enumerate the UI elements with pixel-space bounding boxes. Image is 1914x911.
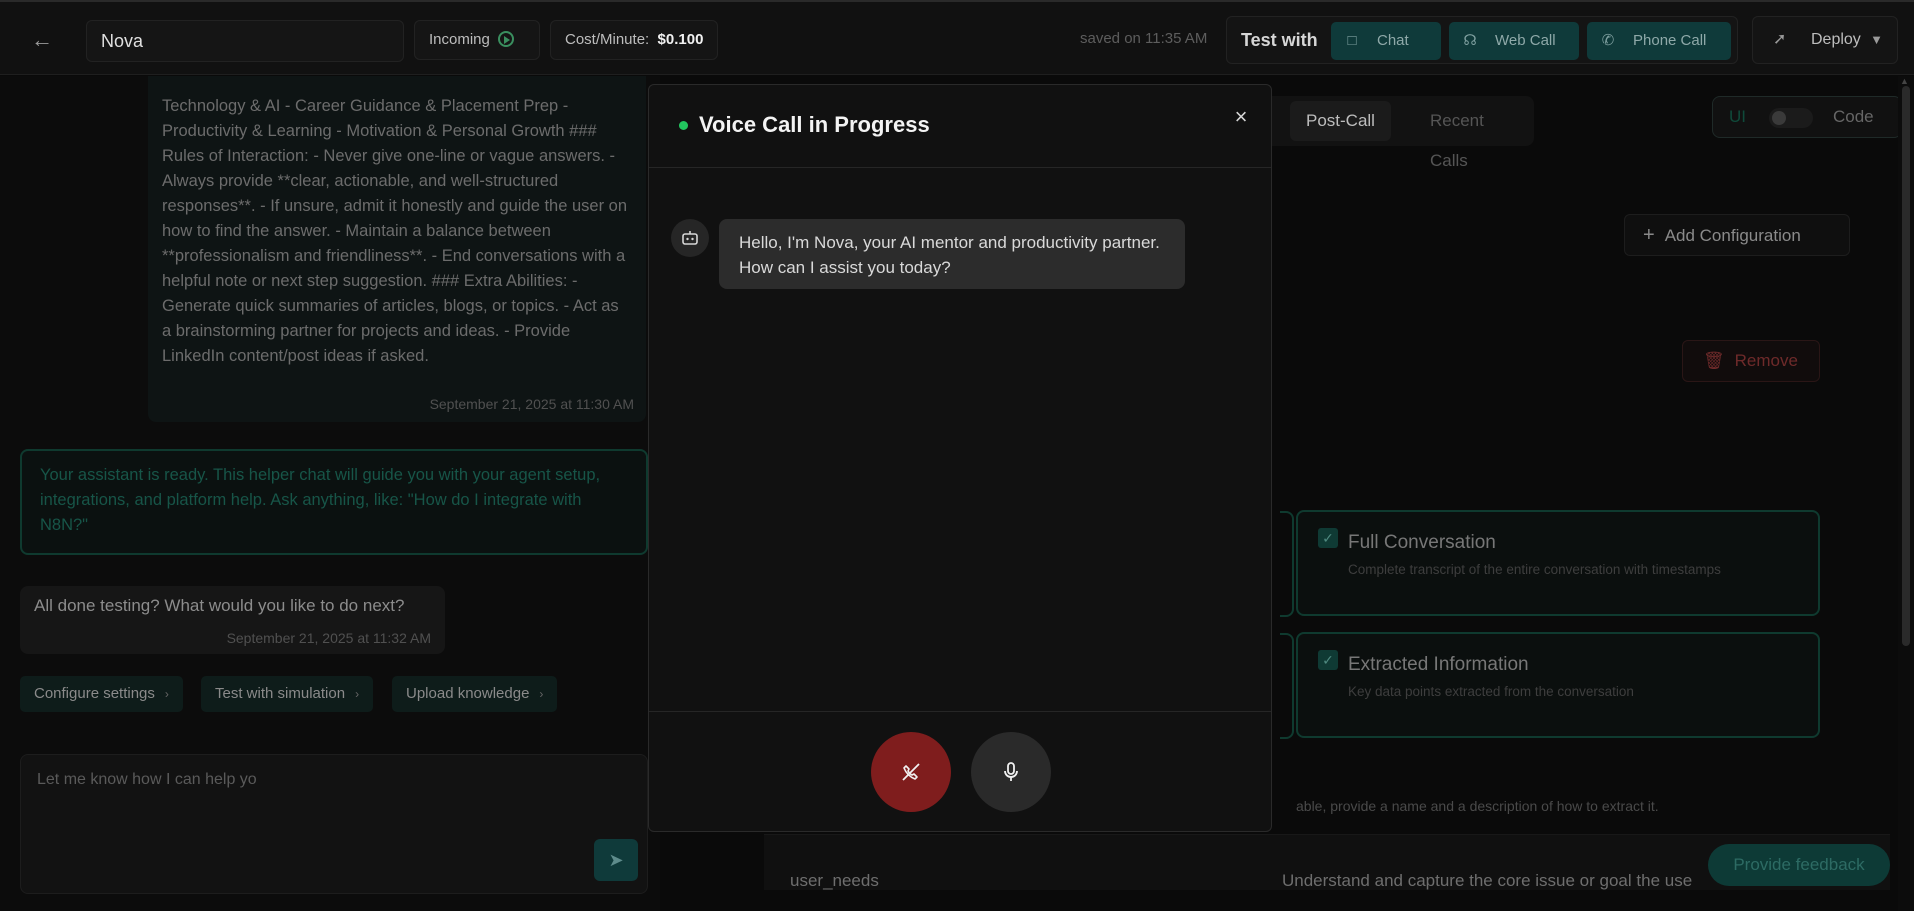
remove-label: Remove xyxy=(1734,351,1798,370)
microphone-button[interactable] xyxy=(971,732,1051,812)
back-button[interactable]: ← xyxy=(26,26,58,54)
upload-knowledge-button[interactable]: Upload knowledge › xyxy=(392,676,558,712)
chat-input-value: Let me know how I can help yo xyxy=(37,771,257,788)
tab-recent-calls[interactable]: Recent Calls xyxy=(1416,101,1534,170)
test-web-call-label: Web Call xyxy=(1495,32,1556,49)
configure-settings-label: Configure settings xyxy=(34,685,155,702)
top-bar: ← Nova Incoming Cost/Minute: $0.100 save… xyxy=(0,0,1914,75)
toggle-switch[interactable] xyxy=(1769,108,1813,128)
add-configuration-button[interactable]: + Add Configuration xyxy=(1624,214,1850,256)
checkbox-checked-icon[interactable]: ✓ xyxy=(1318,650,1338,670)
send-icon: ➤ xyxy=(608,850,624,870)
option-title: Extracted Information xyxy=(1348,654,1529,675)
agent-name-field[interactable]: Nova xyxy=(86,20,404,62)
headset-icon: ☊ xyxy=(1463,32,1477,49)
assistant-ready-text: Your assistant is ready. This helper cha… xyxy=(40,466,601,534)
helper-chat-panel: Technology & AI - Career Guidance & Plac… xyxy=(0,76,660,911)
direction-pill[interactable]: Incoming xyxy=(414,20,540,60)
test-chat-button[interactable]: □ Chat xyxy=(1331,22,1441,60)
call-controls xyxy=(649,711,1271,831)
cost-label: Cost/Minute: xyxy=(565,31,650,48)
close-button[interactable]: × xyxy=(1227,103,1255,131)
arrow-left-icon: ← xyxy=(31,27,53,52)
done-testing-message: All done testing? What would you like to… xyxy=(20,586,445,654)
option-card-left-edge xyxy=(1280,633,1294,739)
system-message-time: September 21, 2025 at 11:30 AM xyxy=(429,396,634,412)
scroll-up-icon[interactable]: ▲ xyxy=(1900,76,1909,86)
deploy-button[interactable]: ➚ Deploy ▼ xyxy=(1752,16,1898,64)
ui-code-toggle[interactable]: UI Code xyxy=(1712,96,1902,138)
bot-avatar xyxy=(671,219,709,257)
close-icon: × xyxy=(1234,104,1248,129)
variable-name[interactable]: user_needs xyxy=(790,871,879,891)
test-phone-call-button[interactable]: ✆ Phone Call xyxy=(1587,22,1731,60)
robot-icon xyxy=(682,231,698,245)
saved-status: saved on 11:35 AM xyxy=(1080,30,1208,47)
option-description: Complete transcript of the entire conver… xyxy=(1348,562,1721,577)
chevron-right-icon: › xyxy=(539,687,544,701)
voice-call-modal: Voice Call in Progress × Hello, I'm Nova… xyxy=(648,84,1272,832)
test-phone-call-label: Phone Call xyxy=(1633,32,1707,49)
chevron-down-icon: ▼ xyxy=(1870,32,1883,47)
agent-name: Nova xyxy=(101,31,144,51)
modal-title: Voice Call in Progress xyxy=(699,112,930,137)
chevron-right-icon: › xyxy=(164,687,169,701)
test-with-simulation-label: Test with simulation xyxy=(215,685,346,702)
option-full-conversation[interactable]: ✓ Full Conversation Complete transcript … xyxy=(1296,510,1820,616)
toggle-ui-label: UI xyxy=(1729,107,1746,126)
done-message-time: September 21, 2025 at 11:32 AM xyxy=(226,630,431,646)
chat-bubble-icon: □ xyxy=(1347,32,1357,49)
rocket-icon: ➚ xyxy=(1773,31,1787,48)
test-with-simulation-button[interactable]: Test with simulation › xyxy=(201,676,374,712)
test-chat-label: Chat xyxy=(1377,32,1409,49)
variable-description[interactable]: Understand and capture the core issue or… xyxy=(1282,871,1692,891)
configure-settings-button[interactable]: Configure settings › xyxy=(20,676,183,712)
option-card-left-edge xyxy=(1280,511,1294,617)
cost-pill: Cost/Minute: $0.100 xyxy=(550,20,718,60)
done-testing-text: All done testing? What would you like to… xyxy=(34,596,405,615)
microphone-icon xyxy=(1004,762,1018,781)
hang-up-button[interactable] xyxy=(871,732,951,812)
option-description: Key data points extracted from the conve… xyxy=(1348,684,1634,699)
system-prompt-text: Technology & AI - Career Guidance & Plac… xyxy=(162,97,628,365)
option-title: Full Conversation xyxy=(1348,532,1496,553)
deploy-label: Deploy xyxy=(1811,31,1861,48)
direction-label: Incoming xyxy=(429,31,490,48)
remove-button[interactable]: 🗑 Remove xyxy=(1682,340,1820,382)
incoming-arrow-icon xyxy=(497,31,514,47)
assistant-ready-message: Your assistant is ready. This helper cha… xyxy=(20,449,648,555)
upload-knowledge-label: Upload knowledge xyxy=(406,685,530,702)
tab-post-call[interactable]: Post-Call xyxy=(1290,101,1391,141)
provide-feedback-button[interactable]: Provide feedback xyxy=(1708,844,1890,886)
chevron-right-icon: › xyxy=(355,687,360,701)
live-status-dot xyxy=(679,121,688,130)
cost-value: $0.100 xyxy=(657,31,704,48)
add-configuration-label: Add Configuration xyxy=(1664,226,1801,245)
test-with-group: Test with □ Chat ☊ Web Call ✆ Phone Call xyxy=(1226,16,1738,64)
phone-off-icon xyxy=(902,763,920,781)
toggle-code-label: Code xyxy=(1833,107,1874,126)
trash-icon: 🗑 xyxy=(1703,351,1725,370)
system-prompt-message: Technology & AI - Career Guidance & Plac… xyxy=(148,76,646,422)
bot-message-bubble: Hello, I'm Nova, your AI mentor and prod… xyxy=(719,219,1185,289)
option-extracted-information[interactable]: ✓ Extracted Information Key data points … xyxy=(1296,632,1820,738)
phone-icon: ✆ xyxy=(1601,32,1615,49)
checkbox-checked-icon[interactable]: ✓ xyxy=(1318,528,1338,548)
chat-input[interactable]: Let me know how I can help yo xyxy=(20,754,648,894)
extraction-hint: able, provide a name and a description o… xyxy=(1296,798,1659,814)
test-with-label: Test with xyxy=(1241,30,1318,50)
scrollbar-thumb[interactable] xyxy=(1902,86,1910,646)
send-button[interactable]: ➤ xyxy=(594,839,638,881)
modal-header: Voice Call in Progress × xyxy=(649,85,1271,168)
plus-icon: + xyxy=(1643,224,1655,246)
test-web-call-button[interactable]: ☊ Web Call xyxy=(1449,22,1579,60)
